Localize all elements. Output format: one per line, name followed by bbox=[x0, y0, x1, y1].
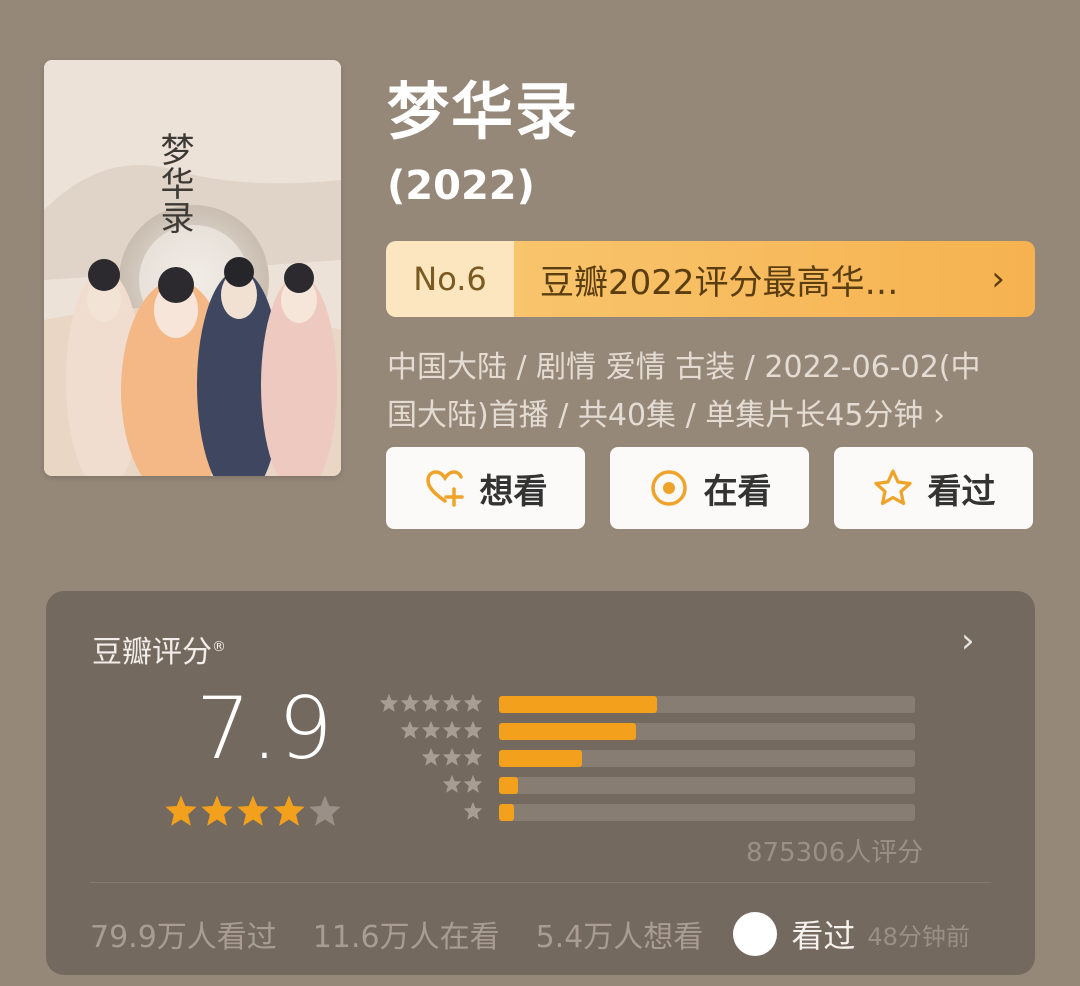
distribution-row bbox=[379, 691, 915, 718]
status-time: 48分钟前 bbox=[867, 922, 970, 951]
star-filled-icon bbox=[164, 794, 198, 832]
star-small-icon bbox=[379, 693, 399, 717]
distribution-stars bbox=[379, 801, 483, 825]
star-small-icon bbox=[463, 747, 483, 771]
star-small-icon bbox=[463, 774, 483, 798]
svg-text:梦华录: 梦华录 bbox=[154, 132, 194, 234]
star-small-icon bbox=[463, 801, 483, 825]
star-small-icon bbox=[463, 720, 483, 744]
distribution-bar-fill bbox=[499, 750, 583, 767]
heart-plus-icon bbox=[424, 467, 466, 509]
distribution-bar-fill bbox=[499, 696, 658, 713]
user-avatar[interactable] bbox=[733, 912, 778, 956]
distribution-bar-fill bbox=[499, 777, 518, 794]
distribution-stars bbox=[379, 774, 483, 798]
distribution-row bbox=[379, 745, 915, 772]
registered-mark: ® bbox=[212, 639, 226, 655]
distribution-bar bbox=[499, 696, 915, 713]
divider bbox=[90, 882, 991, 883]
rating-distribution bbox=[379, 691, 915, 826]
chevron-right-icon: › bbox=[991, 259, 1005, 299]
movie-year: (2022) bbox=[387, 163, 535, 209]
poster-image[interactable]: 梦华录 bbox=[44, 60, 341, 476]
distribution-bar bbox=[499, 750, 915, 767]
star-small-icon bbox=[421, 720, 441, 744]
star-small-icon bbox=[400, 720, 420, 744]
meta-line-2: 国大陆)首播 / 共40集 / 单集片长45分钟 › bbox=[387, 398, 945, 433]
rating-panel: 豆瓣评分® › 7.9 875306人评分 79.9万人看过 11.6万人在看 … bbox=[46, 591, 1035, 975]
ranking-number: No.6 bbox=[386, 241, 514, 317]
distribution-row bbox=[379, 799, 915, 826]
watched-count: 79.9万人看过 bbox=[90, 920, 277, 955]
star-filled-icon bbox=[200, 794, 234, 832]
movie-title: 梦华录 bbox=[387, 75, 580, 148]
want-to-watch-button[interactable]: 想看 bbox=[386, 447, 585, 529]
target-circle-icon bbox=[648, 467, 690, 509]
my-status: 看过 bbox=[791, 917, 856, 955]
ranking-banner[interactable]: No.6 豆瓣2022评分最高华… › bbox=[386, 241, 1035, 317]
rating-score: 7.9 bbox=[196, 679, 333, 779]
distribution-bar-fill bbox=[499, 723, 637, 740]
star-small-icon bbox=[442, 747, 462, 771]
watching-label: 在看 bbox=[703, 471, 772, 512]
star-small-icon bbox=[442, 774, 462, 798]
star-small-icon bbox=[463, 693, 483, 717]
star-small-icon bbox=[421, 747, 441, 771]
rating-title: 豆瓣评分® bbox=[92, 635, 226, 670]
want-to-watch-label: 想看 bbox=[479, 471, 548, 512]
meta-line-1: 中国大陆 / 剧情 爱情 古装 / 2022-06-02(中 bbox=[387, 350, 981, 385]
distribution-stars bbox=[379, 747, 483, 771]
watched-button[interactable]: 看过 bbox=[834, 447, 1033, 529]
star-small-icon bbox=[442, 693, 462, 717]
distribution-row bbox=[379, 772, 915, 799]
star-small-icon bbox=[400, 693, 420, 717]
distribution-stars bbox=[379, 720, 483, 744]
star-empty-icon bbox=[308, 794, 342, 832]
want-count: 5.4万人想看 bbox=[535, 920, 704, 955]
movie-meta[interactable]: 中国大陆 / 剧情 爱情 古装 / 2022-06-02(中 国大陆)首播 / … bbox=[387, 344, 1027, 440]
star-small-icon bbox=[421, 693, 441, 717]
star-small-icon bbox=[442, 720, 462, 744]
distribution-stars bbox=[379, 693, 483, 717]
star-outline-icon bbox=[872, 467, 914, 509]
watching-button[interactable]: 在看 bbox=[610, 447, 809, 529]
distribution-bar bbox=[499, 723, 915, 740]
star-filled-icon bbox=[272, 794, 306, 832]
watched-label: 看过 bbox=[927, 471, 996, 512]
watching-count: 11.6万人在看 bbox=[312, 920, 500, 955]
distribution-row bbox=[379, 718, 915, 745]
distribution-bar bbox=[499, 804, 915, 821]
ranking-text: 豆瓣2022评分最高华… bbox=[540, 262, 899, 303]
rating-stars bbox=[164, 794, 342, 832]
rating-count: 875306人评分 bbox=[746, 838, 924, 868]
distribution-bar-fill bbox=[499, 804, 514, 821]
distribution-bar bbox=[499, 777, 915, 794]
star-filled-icon bbox=[236, 794, 270, 832]
chevron-right-icon[interactable]: › bbox=[961, 621, 975, 661]
